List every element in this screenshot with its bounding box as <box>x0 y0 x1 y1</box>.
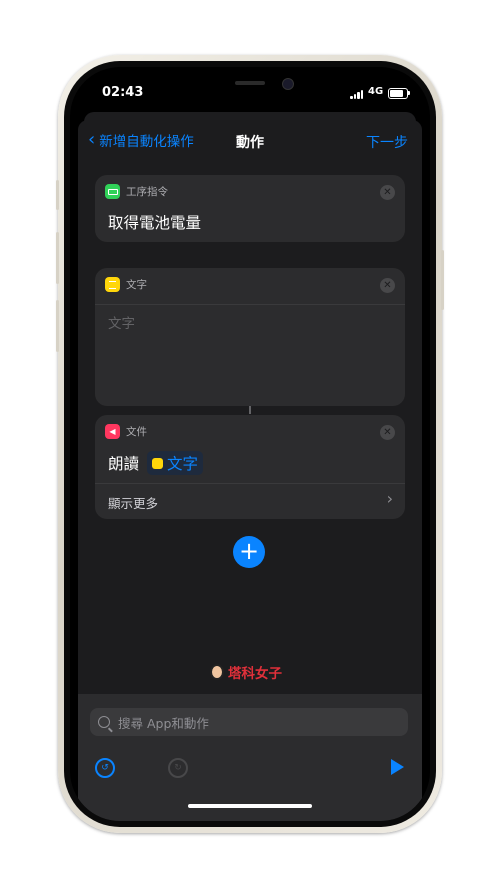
token-label: 文字 <box>167 455 199 473</box>
action-connector <box>249 406 251 414</box>
action-card-battery[interactable]: 工序指令 ✕ 取得電池電量 <box>95 175 405 242</box>
card-header: 工序指令 <box>105 184 168 199</box>
navigation-bar: ‹ 新增自動化操作 動作 下一步 <box>78 120 422 164</box>
add-action-button[interactable]: + <box>233 536 265 568</box>
home-indicator[interactable] <box>188 804 312 808</box>
power-button <box>441 250 444 310</box>
mascot-icon <box>210 664 224 680</box>
show-more-button[interactable]: 顯示更多 <box>108 493 158 512</box>
card-category: 工序指令 <box>126 186 168 198</box>
text-input-field[interactable]: 文字 <box>108 312 135 332</box>
action-card-text[interactable]: 文字 ✕ 文字 <box>95 268 405 406</box>
network-type: 4G <box>368 86 384 97</box>
bottom-panel: 搜尋 App和動作 ↺ ↻ <box>78 694 422 821</box>
speaker-app-icon: ◀ <box>105 424 120 439</box>
action-title: 取得電池電量 <box>108 214 202 232</box>
volume-down-button <box>56 300 59 352</box>
search-input[interactable]: 搜尋 App和動作 <box>90 708 408 736</box>
shortcut-editor-sheet: ‹ 新增自動化操作 動作 下一步 工序指令 ✕ 取得電池電量 文字 ✕ 文字 ◀… <box>78 120 422 821</box>
status-bar: 02:43 4G <box>70 85 430 105</box>
action-card-speak[interactable]: ◀ 文件 ✕ 朗讀 文字 顯示更多 › <box>95 415 405 519</box>
watermark-logo: 塔科女子 <box>210 662 282 682</box>
card-category: 文字 <box>126 279 147 291</box>
plus-icon: + <box>238 537 260 565</box>
status-time: 02:43 <box>102 85 144 100</box>
battery-icon <box>388 88 410 99</box>
text-app-icon <box>105 277 120 292</box>
close-icon[interactable]: ✕ <box>380 278 395 293</box>
close-icon[interactable]: ✕ <box>380 185 395 200</box>
close-icon[interactable]: ✕ <box>380 425 395 440</box>
action-title-row: 朗讀 文字 <box>108 451 204 475</box>
watermark-text: 塔科女子 <box>228 666 282 682</box>
search-placeholder: 搜尋 App和動作 <box>118 715 209 731</box>
mute-switch <box>56 180 59 210</box>
battery-app-icon <box>105 184 120 199</box>
variable-token[interactable]: 文字 <box>147 451 204 475</box>
card-header: 文字 <box>105 277 147 292</box>
search-icon <box>98 716 110 728</box>
card-category: 文件 <box>126 426 147 438</box>
toolbar: ↺ ↻ <box>78 756 422 786</box>
divider <box>95 483 405 484</box>
redo-icon[interactable]: ↻ <box>168 758 188 778</box>
divider <box>95 304 405 305</box>
play-icon[interactable] <box>391 759 404 775</box>
screen: 02:43 4G ‹ 新增自動化操作 動作 下一步 工序指令 ✕ 取得電池電量 <box>70 67 430 821</box>
text-variable-icon <box>152 457 164 469</box>
chevron-right-icon: › <box>386 489 393 508</box>
next-button[interactable]: 下一步 <box>366 132 408 152</box>
action-title: 朗讀 <box>108 455 140 473</box>
volume-up-button <box>56 232 59 284</box>
cellular-signal-icon <box>350 89 364 99</box>
undo-icon[interactable]: ↺ <box>95 758 115 778</box>
card-header: ◀ 文件 <box>105 424 147 439</box>
